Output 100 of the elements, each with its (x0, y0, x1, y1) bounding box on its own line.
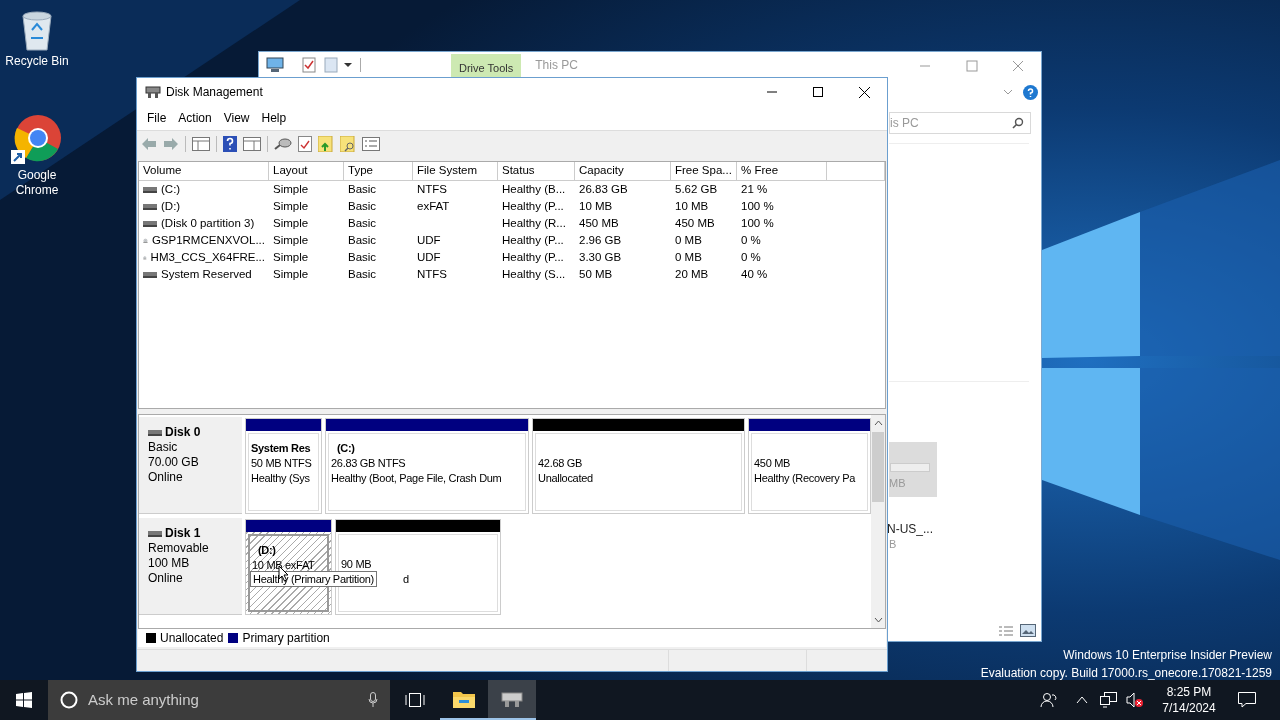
panel-icon[interactable] (243, 136, 261, 151)
table-cell-text: 100 % (741, 215, 774, 231)
caret-icon[interactable] (344, 61, 352, 69)
table-cell-text: Simple (273, 266, 309, 282)
legend-label: Primary partition (242, 630, 330, 647)
speaker-muted-icon[interactable] (1126, 692, 1144, 708)
partition-info: Healthy (Boot, Page File, Crash Dum (331, 471, 502, 486)
clock-time[interactable]: 8:25 PM (1166, 684, 1212, 700)
tiles-view-icon[interactable] (1020, 624, 1036, 637)
build-info-text: Windows 10 Enterprise Insider Preview (1063, 647, 1272, 664)
menu-item[interactable]: Help (255, 109, 293, 127)
microphone-icon[interactable] (368, 692, 378, 708)
column-header[interactable]: Volume (139, 162, 269, 180)
table-cell-text: 26.83 GB (579, 181, 628, 197)
window-title: Disk Management (166, 84, 263, 101)
close-icon[interactable] (1012, 60, 1024, 72)
disk-info: Online (148, 470, 184, 485)
close-icon (858, 86, 870, 98)
disk-label-panel[interactable]: Disk 0 Basic 70.00 GB Online (139, 417, 242, 514)
drive-icon (148, 429, 162, 436)
column-header[interactable]: % Free (737, 162, 827, 180)
legend-label: Unallocated (160, 630, 224, 647)
disk-label-panel[interactable]: Disk 1 Removable 100 MB Online (139, 518, 242, 615)
partition-title: System Res (251, 441, 312, 456)
table-cell-text: 21 % (741, 181, 768, 197)
table-cell-text: 0 MB (675, 249, 702, 265)
table-cell-text: Healthy (B... (502, 181, 566, 197)
disk-management-icon (501, 690, 523, 708)
desktop-icon-label[interactable]: Google Chrome (0, 168, 74, 198)
menu-item[interactable]: Action (172, 109, 218, 127)
context-tab[interactable]: Drive Tools (451, 54, 522, 78)
table-cell-text: Basic (348, 181, 377, 197)
partition-block[interactable]: (C:) 26.83 GB NTFS Healthy (Boot, Page File, Crash Dum (325, 418, 529, 514)
partition-block[interactable]: 450 MB Healthy (Recovery Pa (748, 418, 871, 514)
partition-info: 26.83 GB NTFS (331, 456, 406, 471)
maximize-icon (813, 87, 823, 97)
scroll-up-icon[interactable] (873, 420, 883, 426)
folder-icon[interactable] (340, 135, 356, 152)
scroll-down-icon[interactable] (873, 617, 883, 623)
drive-icon (143, 203, 157, 210)
partition-block[interactable]: System Res 50 MB NTFS Healthy (Sys (245, 418, 322, 514)
table-cell-text: Simple (273, 215, 309, 231)
desktop-icon-label[interactable]: Recycle Bin (0, 54, 74, 69)
folder-icon[interactable] (318, 135, 334, 152)
drive-icon (143, 271, 157, 278)
table-cell-text: 450 MB (579, 215, 619, 231)
table-cell-text: UDF (417, 232, 441, 248)
table-cell-text: Basic (348, 215, 377, 231)
partition-info: Unallocated (538, 471, 593, 486)
column-header[interactable]: File System (413, 162, 498, 180)
table-cell-text: Basic (348, 249, 377, 265)
list-icon[interactable] (362, 136, 380, 151)
partition-block[interactable]: 42.68 GB Unallocated (532, 418, 745, 514)
disk-info: Online (148, 571, 184, 586)
table-cell-text: 10 MB (579, 198, 613, 214)
table-cell-text: Simple (273, 198, 309, 214)
column-header[interactable]: Status (498, 162, 575, 180)
help-icon[interactable] (223, 135, 237, 152)
computer-icon[interactable] (266, 57, 284, 73)
chevron-icon[interactable] (1003, 89, 1013, 95)
chevron-up-icon[interactable] (1076, 696, 1088, 704)
table-cell-text: Basic (348, 232, 377, 248)
table-cell-text: (D:) (161, 198, 181, 214)
search-field[interactable]: Ask me anything (48, 680, 390, 720)
table-cell-text: Healthy (S... (502, 266, 566, 282)
scrollbar[interactable] (871, 415, 885, 628)
notification-icon[interactable] (1238, 692, 1256, 708)
drive-size-text: B (889, 537, 897, 552)
checklist-icon[interactable] (302, 57, 316, 73)
table-cell-text: Basic (348, 198, 377, 214)
table-cell-text: Healthy (P... (502, 198, 564, 214)
partition-info: 90 MB (341, 557, 372, 572)
table-cell-text: Simple (273, 181, 309, 197)
network-icon[interactable] (1100, 692, 1118, 708)
circle-icon (60, 691, 78, 709)
table-cell-text: HM3_CCS_X64FRE... (150, 249, 265, 265)
checklist-icon[interactable] (298, 135, 312, 152)
browser-icon[interactable] (11, 114, 63, 166)
partition-info: Healthy (Sys (251, 471, 310, 486)
column-header[interactable]: Free Spa... (671, 162, 737, 180)
table-cell-text: Basic (348, 266, 377, 282)
disk-name: Disk 0 (165, 425, 201, 440)
partition-info: 50 MB NTFS (251, 456, 312, 471)
people-icon[interactable] (1040, 692, 1058, 708)
search-icon (1012, 117, 1024, 129)
window-title: This PC (535, 57, 578, 74)
taskbar-app[interactable] (488, 680, 536, 720)
table-cell-text: NTFS (417, 266, 448, 282)
menu-item[interactable]: View (217, 109, 256, 127)
panel-icon[interactable] (192, 136, 210, 151)
help-icon[interactable] (1023, 85, 1038, 100)
column-header[interactable]: Type (344, 162, 413, 180)
partition-info: Healthy (Recovery Pa (754, 471, 855, 486)
column-header[interactable]: Capacity (575, 162, 671, 180)
column-header[interactable]: Layout (269, 162, 344, 180)
menu-item[interactable]: File (141, 109, 173, 127)
disk-management-icon (145, 85, 161, 99)
partition-title: (D:) (257, 543, 277, 558)
table-cell-text: Simple (273, 232, 309, 248)
clock-date[interactable]: 7/14/2024 (1162, 700, 1216, 716)
